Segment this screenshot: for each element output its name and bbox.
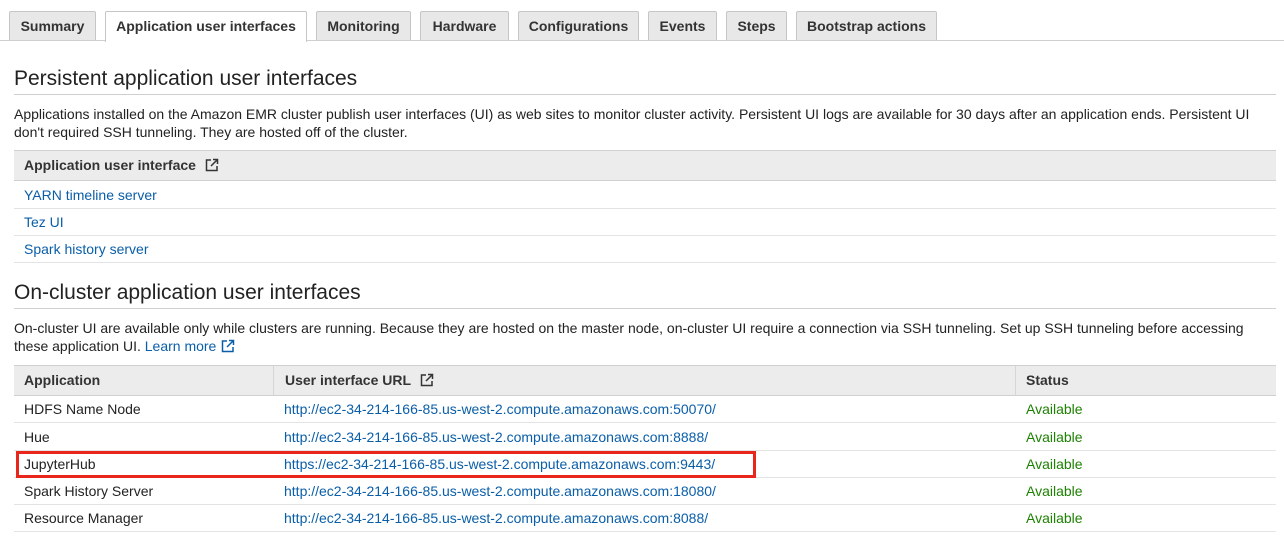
ui-url-link[interactable]: https://ec2-34-214-166-85.us-west-2.comp… bbox=[284, 451, 715, 477]
tab-configurations[interactable]: Configurations bbox=[518, 11, 639, 40]
tab-bar: Summary Application user interfaces Moni… bbox=[0, 0, 1284, 42]
ui-url-link[interactable]: http://ec2-34-214-166-85.us-west-2.compu… bbox=[284, 478, 716, 504]
spark-history-server-link[interactable]: Spark history server bbox=[24, 236, 148, 262]
application-name: Hue bbox=[24, 429, 50, 445]
column-header-url: User interface URL bbox=[285, 366, 434, 395]
tab-steps[interactable]: Steps bbox=[726, 11, 787, 40]
ui-url-link[interactable]: http://ec2-34-214-166-85.us-west-2.compu… bbox=[284, 396, 716, 422]
ui-url-link[interactable]: http://ec2-34-214-166-85.us-west-2.compu… bbox=[284, 424, 708, 450]
persistent-header-label: Application user interface bbox=[24, 157, 196, 173]
tab-hardware[interactable]: Hardware bbox=[420, 11, 509, 40]
oncluster-section-title: On-cluster application user interfaces bbox=[14, 281, 361, 304]
application-name: Resource Manager bbox=[24, 510, 144, 526]
table-row: Resource Manager http://ec2-34-214-166-8… bbox=[14, 505, 1276, 532]
persistent-header-cell: Application user interface bbox=[24, 151, 219, 180]
status-badge: Available bbox=[1026, 401, 1083, 417]
list-item: Spark history server bbox=[14, 236, 1276, 263]
oncluster-description: On-cluster UI are available only while c… bbox=[14, 319, 1276, 355]
oncluster-title-rule bbox=[14, 308, 1276, 309]
persistent-title-rule bbox=[14, 94, 1276, 95]
column-header-status: Status bbox=[1026, 372, 1069, 388]
application-name: Spark History Server bbox=[24, 483, 154, 499]
persistent-table-header: Application user interface bbox=[14, 150, 1276, 181]
tab-events[interactable]: Events bbox=[648, 11, 717, 40]
application-name: HDFS Name Node bbox=[24, 401, 141, 417]
status-badge: Available bbox=[1026, 510, 1083, 526]
external-link-icon bbox=[222, 339, 235, 353]
tab-monitoring[interactable]: Monitoring bbox=[316, 11, 411, 40]
status-badge: Available bbox=[1026, 456, 1083, 472]
column-divider bbox=[273, 366, 274, 395]
external-link-icon bbox=[205, 158, 219, 172]
column-header-url-label: User interface URL bbox=[285, 372, 411, 388]
column-header-application: Application bbox=[24, 372, 101, 388]
external-link-icon bbox=[420, 373, 433, 387]
tab-bootstrap-actions[interactable]: Bootstrap actions bbox=[796, 11, 937, 40]
status-badge: Available bbox=[1026, 483, 1083, 499]
learn-more-label: Learn more bbox=[144, 338, 217, 354]
table-row: JupyterHub https://ec2-34-214-166-85.us-… bbox=[14, 451, 1276, 478]
list-item: Tez UI bbox=[14, 209, 1276, 236]
column-divider bbox=[1015, 366, 1016, 395]
yarn-timeline-server-link[interactable]: YARN timeline server bbox=[24, 182, 157, 208]
application-name: JupyterHub bbox=[24, 456, 96, 472]
status-badge: Available bbox=[1026, 429, 1083, 445]
ui-url-link[interactable]: http://ec2-34-214-166-85.us-west-2.compu… bbox=[284, 505, 708, 531]
tab-summary[interactable]: Summary bbox=[9, 11, 96, 40]
persistent-section-title: Persistent application user interfaces bbox=[14, 67, 358, 90]
persistent-description: Applications installed on the Amazon EMR… bbox=[14, 106, 1250, 140]
oncluster-table-header: Application User interface URL Status bbox=[14, 365, 1276, 396]
list-item: YARN timeline server bbox=[14, 182, 1276, 209]
tez-ui-link[interactable]: Tez UI bbox=[24, 209, 64, 235]
tab-application-user-interfaces[interactable]: Application user interfaces bbox=[105, 11, 307, 42]
learn-more-link[interactable]: Learn more bbox=[145, 338, 236, 354]
table-row: HDFS Name Node http://ec2-34-214-166-85.… bbox=[14, 396, 1276, 423]
table-row: Spark History Server http://ec2-34-214-1… bbox=[14, 478, 1276, 505]
table-row: Hue http://ec2-34-214-166-85.us-west-2.c… bbox=[14, 424, 1276, 451]
